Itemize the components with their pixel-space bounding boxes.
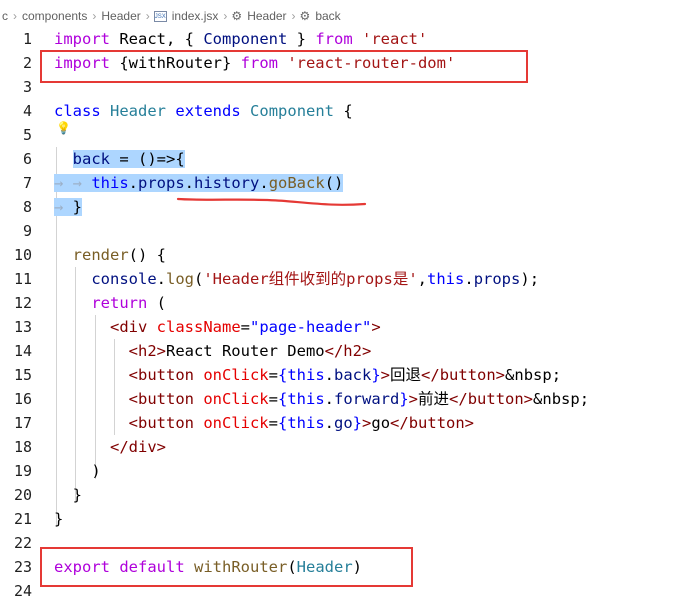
annotation-underline [176, 197, 367, 206]
